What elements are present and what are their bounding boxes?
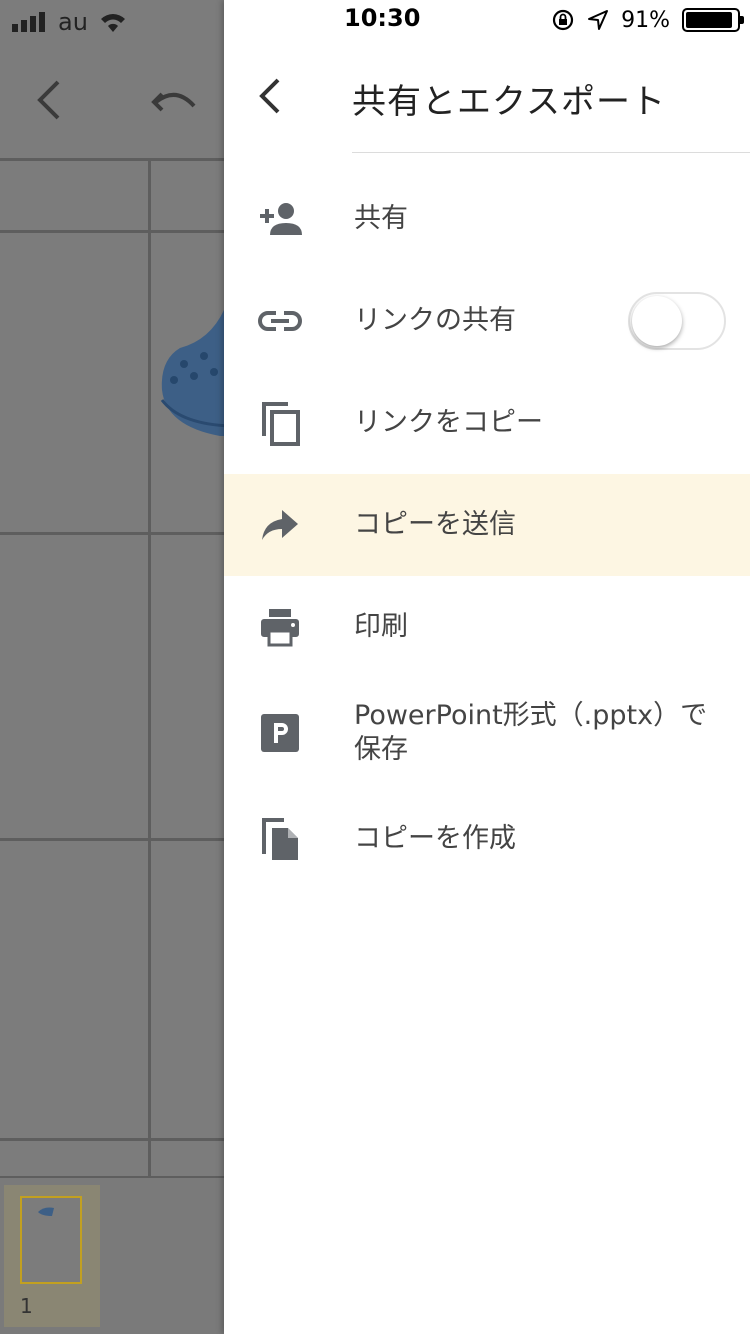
menu-item-label: コピーを作成 bbox=[354, 823, 516, 854]
location-arrow-icon bbox=[588, 10, 609, 30]
signal-icon bbox=[12, 12, 45, 32]
menu-item-print[interactable]: 印刷 bbox=[224, 576, 750, 678]
drawer-title: 共有とエクスポート bbox=[352, 82, 666, 122]
thumbnail-shoe-icon bbox=[38, 1207, 54, 1216]
menu-item-label: リンクをコピー bbox=[354, 407, 543, 438]
print-icon bbox=[258, 605, 302, 649]
grid-line bbox=[0, 158, 224, 161]
share-export-menu: 共有 リンクの共有 リンクをコピー コピーを送信 印刷 PowerPoint形式… bbox=[224, 168, 750, 890]
status-bar: 10:30 91% bbox=[224, 0, 750, 40]
menu-item-label: PowerPoint形式（.pptx）で保存 bbox=[354, 700, 708, 765]
rotation-lock-icon bbox=[552, 9, 574, 31]
menu-item-label: 共有 bbox=[354, 203, 408, 234]
toggle-knob bbox=[632, 296, 682, 346]
background-editor: au 1 bbox=[0, 0, 224, 1334]
status-left: au bbox=[12, 8, 128, 36]
document-copy-icon bbox=[258, 817, 302, 861]
forward-arrow-icon bbox=[258, 503, 302, 547]
menu-item-share[interactable]: 共有 bbox=[224, 168, 750, 270]
grid-line bbox=[0, 532, 224, 535]
menu-item-label: 印刷 bbox=[354, 611, 408, 642]
grid-line bbox=[0, 1138, 224, 1141]
powerpoint-icon bbox=[258, 711, 302, 755]
link-sharing-toggle[interactable] bbox=[628, 292, 726, 350]
share-export-drawer: 10:30 91% 共有とエクスポート 共有 リンクの共有 リンクをコピー コピ… bbox=[224, 0, 750, 1334]
link-icon bbox=[258, 299, 302, 343]
menu-item-label: コピーを送信 bbox=[354, 509, 516, 540]
battery-icon bbox=[682, 8, 744, 32]
wifi-icon bbox=[100, 14, 125, 32]
drawer-header: 共有とエクスポート bbox=[224, 40, 750, 153]
copy-icon bbox=[258, 401, 302, 446]
menu-item-make-copy[interactable]: コピーを作成 bbox=[224, 788, 750, 890]
undo-icon bbox=[151, 92, 196, 112]
add-person-icon bbox=[258, 197, 302, 241]
slide-image-shoe bbox=[160, 310, 224, 436]
menu-item-save-pptx[interactable]: PowerPoint形式（.pptx）で保存 bbox=[224, 678, 750, 788]
status-right: 91% bbox=[551, 6, 744, 34]
editor-back-icon bbox=[37, 80, 60, 120]
header-divider bbox=[352, 152, 750, 153]
carrier-label: au bbox=[58, 8, 88, 36]
menu-item-send-copy[interactable]: コピーを送信 bbox=[224, 474, 750, 576]
grid-line bbox=[0, 230, 224, 233]
back-chevron-icon[interactable] bbox=[248, 74, 292, 118]
grid-line bbox=[0, 838, 224, 841]
battery-percent: 91% bbox=[621, 7, 670, 33]
menu-item-link-sharing[interactable]: リンクの共有 bbox=[224, 270, 750, 372]
slide-thumbnail-page bbox=[20, 1196, 82, 1284]
menu-item-copy-link[interactable]: リンクをコピー bbox=[224, 372, 750, 474]
slide-number: 1 bbox=[20, 1294, 33, 1318]
grid-line bbox=[148, 158, 151, 1178]
status-time: 10:30 bbox=[344, 4, 421, 32]
